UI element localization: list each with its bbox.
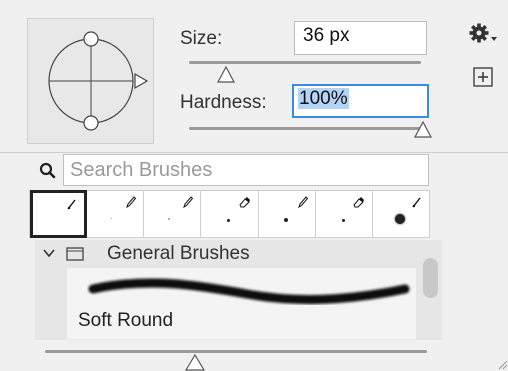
chevron-down-icon[interactable] (42, 246, 56, 260)
folder-icon (66, 247, 84, 261)
search-input[interactable]: Search Brushes (63, 154, 429, 186)
resize-grip-icon[interactable] (496, 358, 508, 370)
pencil-icon (126, 196, 137, 208)
brush-tip-dot (283, 218, 288, 222)
size-slider-track[interactable] (189, 61, 421, 64)
brush-tip-dot (227, 219, 231, 222)
pencil-icon (297, 196, 308, 208)
recent-brush-4[interactable] (201, 190, 259, 238)
pencil-icon (183, 196, 194, 208)
brush-angle-preview[interactable] (27, 18, 154, 144)
recent-brush-5[interactable] (258, 190, 316, 238)
section-divider (0, 152, 508, 153)
size-field[interactable]: 36 px (294, 21, 427, 55)
brush-icon (67, 199, 76, 210)
search-icon (39, 162, 56, 179)
scrollbar-thumb[interactable] (423, 258, 438, 298)
size-label: Size: (180, 28, 223, 49)
brush-tip-dot (341, 219, 345, 222)
gear-icon[interactable] (468, 22, 498, 48)
brush-stroke-preview (88, 278, 410, 305)
brush-item-label: Soft Round (78, 310, 174, 331)
preview-size-slider-track[interactable] (45, 350, 427, 353)
recent-brush-2[interactable] (87, 190, 145, 238)
recent-brush-3[interactable] (144, 190, 202, 238)
hardness-slider-thumb[interactable] (413, 120, 433, 138)
hardness-label: Hardness: (180, 92, 267, 113)
recent-brush-7[interactable] (372, 190, 430, 238)
brush-icon (412, 197, 421, 208)
eraser-icon (353, 197, 364, 208)
recent-brush-6[interactable] (315, 190, 373, 238)
brush-tip-dot (111, 218, 113, 219)
brush-tip-shape-icon (48, 31, 149, 131)
recent-brushes-row (29, 190, 430, 238)
brush-tip-dot (168, 218, 171, 220)
eraser-icon (238, 197, 250, 208)
preview-size-slider-thumb[interactable] (184, 353, 206, 371)
brush-tip-dot (394, 214, 405, 224)
brush-group-label[interactable]: General Brushes (107, 243, 250, 265)
hardness-field[interactable]: 100% (292, 84, 429, 118)
size-slider-thumb[interactable] (216, 65, 236, 83)
plus-square-icon[interactable] (473, 67, 493, 87)
recent-brush-1[interactable] (30, 190, 88, 238)
hardness-slider-track[interactable] (189, 127, 421, 130)
hardness-value: 100% (298, 88, 349, 109)
